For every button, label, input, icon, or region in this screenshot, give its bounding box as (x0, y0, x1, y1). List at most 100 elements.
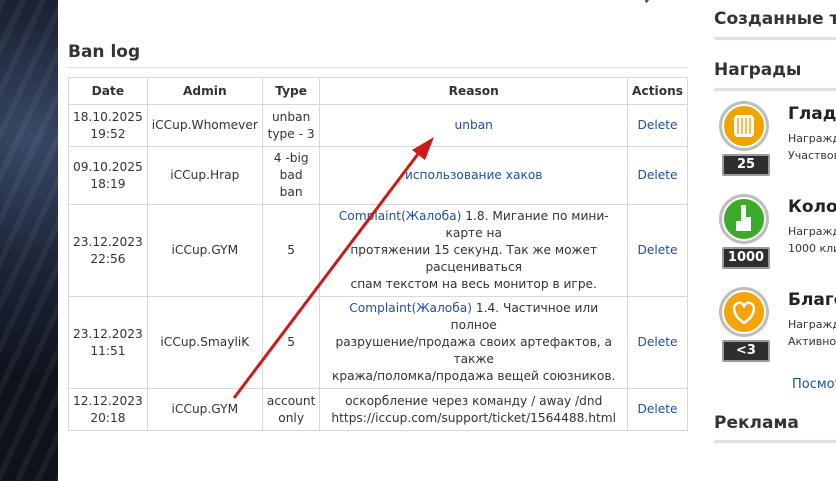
admin-cell: iCCup.SmayliK (146, 296, 263, 389)
reason-cell: оскорбление через команду / away /dnd htt… (319, 388, 629, 431)
type-text-2: type - 3 (267, 126, 315, 141)
type-cell: account only (261, 388, 321, 431)
type-cell: 5 (261, 296, 321, 389)
reason-cell: Complaint(Жалоба) 1.4. Частичное или пол… (319, 296, 629, 389)
date-text: 23.12.2023 (73, 326, 143, 341)
ads-title: Реклама (714, 413, 799, 433)
type-text-2: bad ban (279, 168, 303, 199)
reason-link[interactable]: Complaint(Жалоба) (349, 301, 472, 315)
hand-pointer-icon (719, 194, 769, 244)
award-item[interactable]: 1000 Колон Награжд 1000 кли (714, 193, 836, 273)
reason-cell: unban (319, 104, 629, 147)
date-text: 12.12.2023 (73, 393, 143, 408)
date-cell: 12.12.2023 20:18 (68, 388, 148, 431)
award-description: Награжд Активно (788, 316, 836, 350)
table-row: 12.12.2023 20:18 iCCup.GYM account only ос… (68, 388, 688, 431)
time-text: 22:56 (90, 251, 126, 266)
sidebar: Созданные те Награды 25 Глади Награжд Уча… (698, 0, 836, 481)
col-header-date: Date (68, 77, 148, 105)
award-desc-line-2: Участвов (788, 149, 836, 162)
fist-icon (719, 101, 769, 151)
background-art (0, 0, 58, 481)
delete-link[interactable]: Delete (637, 168, 677, 182)
time-text: 20:18 (90, 410, 126, 425)
reason-link[interactable]: использование хаков (405, 168, 543, 182)
date-text: 18.10.2025 (73, 109, 143, 124)
reason-text: 1.8. Мигание по мини-карте на (445, 209, 609, 240)
award-badge: 1000 (722, 247, 770, 269)
awards-divider (714, 88, 836, 91)
actions-cell: Delete (627, 146, 688, 205)
col-header-type: Type (261, 77, 321, 105)
admin-cell: iCCup.Hrap (146, 146, 263, 205)
created-topics-title: Созданные те (714, 9, 836, 29)
type-text: 4 -big (273, 151, 309, 165)
award-desc-line-1: Награжд (788, 225, 836, 238)
reason-link[interactable]: unban (455, 118, 493, 132)
created-topics-divider (714, 37, 836, 40)
award-name: Колон (788, 197, 836, 217)
table-row: 18.10.2025 19:52 iCCup.Whomever unban type… (68, 104, 688, 147)
award-item[interactable]: 25 Глади Награжд Участвов (714, 100, 836, 180)
type-cell: 5 (261, 204, 321, 297)
heart-icon (719, 287, 769, 337)
table-row: 23.12.2023 11:51 iCCup.SmayliK 5 Complain… (68, 296, 688, 389)
award-desc-line-1: Награжд (788, 318, 836, 331)
delete-link[interactable]: Delete (637, 402, 677, 416)
reason-link[interactable]: Complaint(Жалоба) (339, 209, 462, 223)
admin-cell: iCCup.Whomever (146, 104, 263, 147)
reason-text: 1.4. Частичное или полное (450, 301, 599, 332)
time-text: 11:51 (90, 343, 126, 358)
ads-divider (714, 440, 836, 443)
table-header-row: Date Admin Type Reason Actions (68, 77, 688, 105)
admin-cell: iCCup.GYM (146, 388, 263, 431)
col-header-reason: Reason (319, 77, 629, 105)
ban-log-table: Date Admin Type Reason Actions 18.10.202… (68, 77, 688, 431)
ban-log-title: Ban log (68, 42, 141, 62)
award-desc-line-2: 1000 кли (788, 242, 836, 255)
title-divider (68, 67, 688, 68)
reason-text-line-2: https://iccup.com/support/ticket/1564488… (331, 410, 617, 425)
reason-text-line-3: кража/поломка/продажа вещей союзников. (332, 369, 616, 383)
col-header-actions: Actions (627, 77, 688, 105)
date-text: 23.12.2023 (73, 234, 143, 249)
date-cell: 23.12.2023 22:56 (68, 204, 148, 297)
view-all-link[interactable]: Посмот (792, 377, 836, 392)
date-cell: 09.10.2025 18:19 (68, 146, 148, 205)
reason-cell: Complaint(Жалоба) 1.8. Мигание по мини-к… (319, 204, 629, 297)
type-text-2: only (278, 410, 305, 425)
awards-title: Награды (714, 60, 802, 80)
award-description: Награжд Участвов (788, 130, 836, 164)
actions-cell: Delete (627, 388, 688, 431)
reason-text: оскорбление через команду / away /dnd (345, 393, 603, 408)
date-text: 09.10.2025 (73, 159, 143, 174)
table-row: 23.12.2023 22:56 iCCup.GYM 5 Complaint(Жа… (68, 204, 688, 297)
award-desc-line-2: Активно (788, 335, 836, 348)
delete-link[interactable]: Delete (637, 243, 677, 257)
type-text: unban (271, 109, 311, 124)
reason-text-line-2: протяжении 15 секунд. Так же может расце… (350, 243, 598, 274)
award-badge: 25 (722, 154, 770, 176)
award-description: Награжд 1000 кли (788, 223, 836, 257)
table-row: 09.10.2025 18:19 iCCup.Hrap 4 -big bad ban… (68, 146, 688, 205)
date-cell: 23.12.2023 11:51 (68, 296, 148, 389)
reason-cell: использование хаков (319, 146, 629, 205)
award-desc-line-1: Награжд (788, 132, 836, 145)
type-text: account (266, 393, 316, 408)
award-name: Глади (788, 104, 836, 124)
time-text: 19:52 (90, 126, 126, 141)
type-cell: 4 -big bad ban (261, 146, 321, 205)
delete-link[interactable]: Delete (637, 335, 677, 349)
col-header-admin: Admin (146, 77, 263, 105)
reason-text-line-2: разрушение/продажа своих артефактов, а т… (335, 335, 612, 366)
award-badge: <3 (722, 340, 770, 362)
award-name: Благо (788, 290, 836, 310)
award-item[interactable]: <3 Благо Награжд Активно (714, 286, 836, 366)
actions-cell: Delete (627, 296, 688, 389)
delete-link[interactable]: Delete (637, 118, 677, 132)
actions-cell: Delete (627, 204, 688, 297)
date-cell: 18.10.2025 19:52 (68, 104, 148, 147)
reason-text-line-3: спам текстом на весь монитор в игре. (350, 277, 597, 291)
main-content: ✓ Ban log Date Admin Type Reason Actions… (58, 0, 698, 481)
admin-cell: iCCup.GYM (146, 204, 263, 297)
